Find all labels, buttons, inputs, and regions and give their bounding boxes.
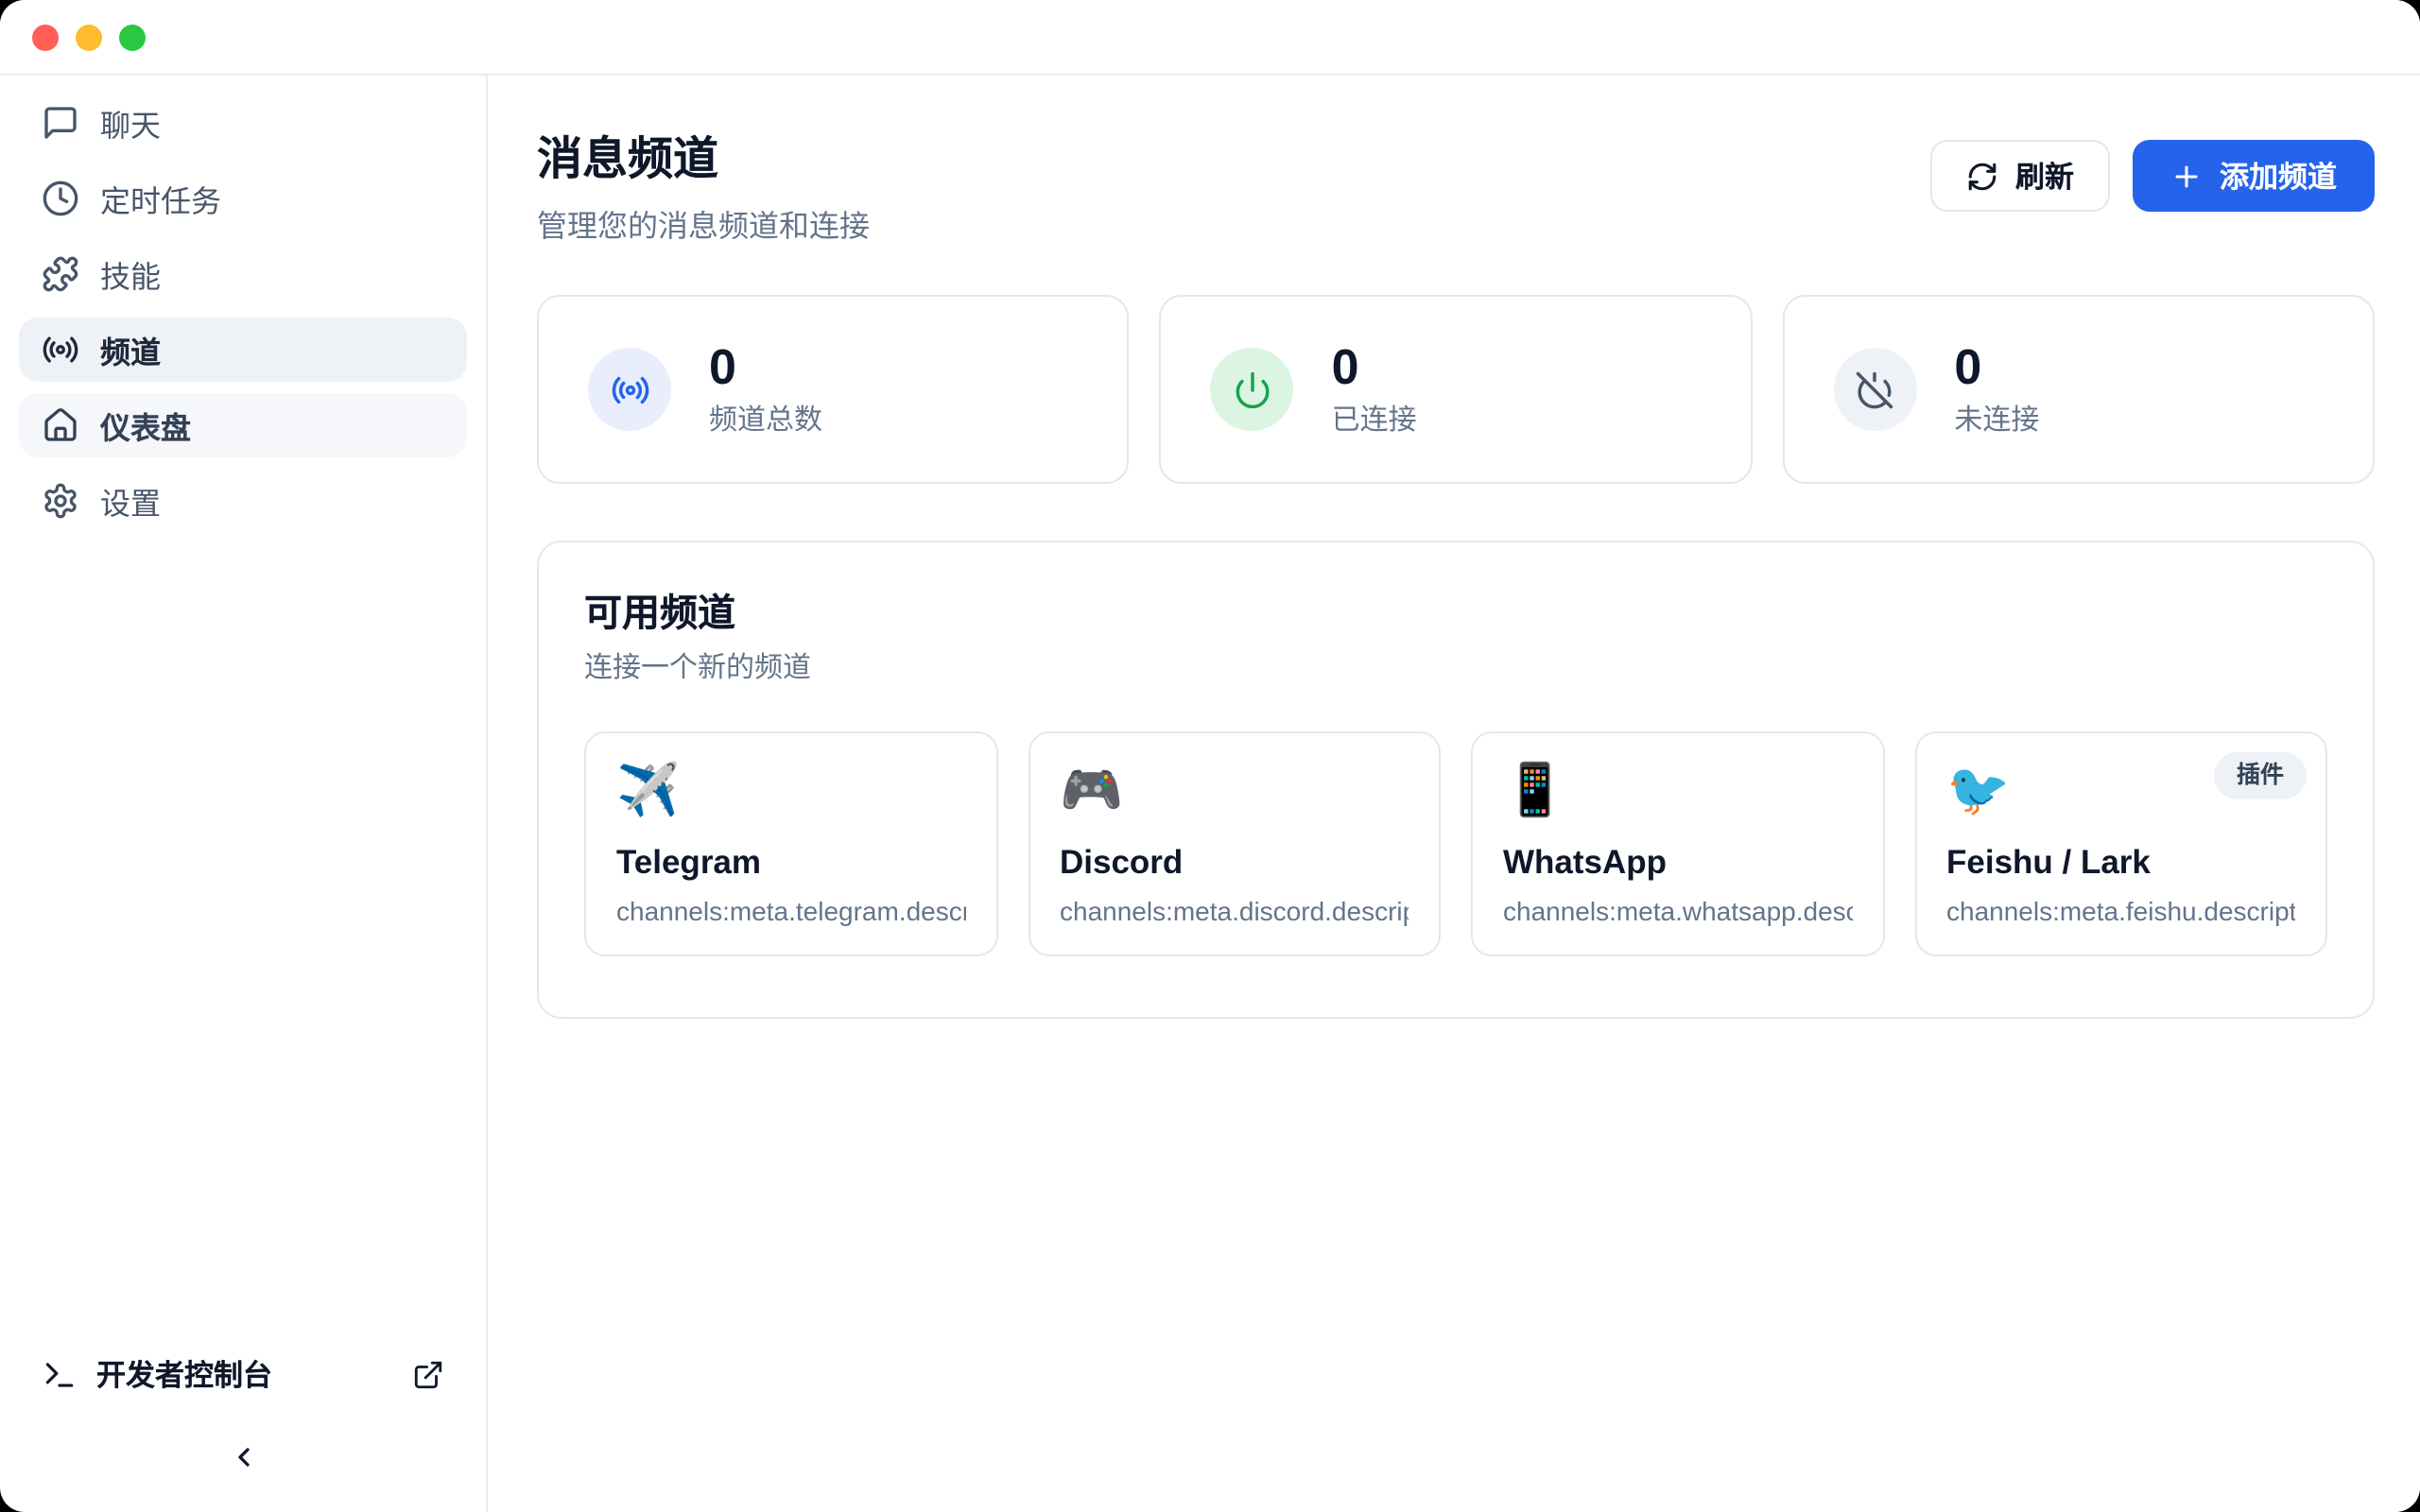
zoom-button[interactable] [119, 24, 146, 50]
sidebar: 聊天 定时任务 技能 频道 仪表盘 设置 [0, 76, 488, 1512]
sidebar-item-settings[interactable]: 设置 [19, 469, 467, 533]
power-off-icon [1833, 348, 1916, 431]
puzzle-icon [42, 255, 79, 293]
page-header: 消息频道 管理您的消息频道和连接 刷新 添加频道 [537, 132, 2375, 246]
stat-value: 0 [1332, 339, 1417, 393]
channel-name: WhatsApp [1503, 843, 1852, 883]
chevron-left-icon [228, 1442, 258, 1472]
sidebar-item-label: 频道 [100, 327, 161, 372]
channel-card-discord[interactable]: 🎮 Discord channels:meta.discord.descript… [1028, 731, 1441, 956]
sidebar-item-channels[interactable]: 频道 [19, 318, 467, 382]
channel-description: channels:meta.discord.description [1060, 896, 1409, 926]
channel-description: channels:meta.feishu.description [1946, 896, 2295, 926]
panel-subtitle: 连接一个新的频道 [584, 646, 2327, 686]
minimize-button[interactable] [76, 24, 102, 50]
refresh-button[interactable]: 刷新 [1930, 140, 2110, 212]
page-title: 消息频道 [537, 132, 870, 189]
add-channel-button-label: 添加频道 [2220, 155, 2337, 197]
radio-icon [42, 331, 79, 369]
available-channels-panel: 可用频道 连接一个新的频道 ✈️ Telegram channels:meta.… [537, 541, 2375, 1019]
external-link-icon [412, 1358, 444, 1390]
stat-value: 0 [1954, 339, 2039, 393]
sidebar-item-scheduled-tasks[interactable]: 定时任务 [19, 166, 467, 231]
power-icon [1211, 348, 1294, 431]
sidebar-item-chat[interactable]: 聊天 [19, 91, 467, 155]
stat-card-total-channels: 0 频道总数 [537, 295, 1130, 484]
stat-label: 已连接 [1332, 400, 1417, 439]
gear-icon [42, 482, 79, 520]
plugin-badge: 插件 [2214, 752, 2307, 799]
sidebar-item-skills[interactable]: 技能 [19, 242, 467, 306]
channel-card-telegram[interactable]: ✈️ Telegram channels:meta.telegram.descr… [584, 731, 997, 956]
sidebar-footer: 开发者控制台 [0, 1334, 486, 1512]
channel-name: Feishu / Lark [1946, 843, 2295, 883]
airplane-emoji-icon: ✈️ [616, 762, 965, 820]
stat-card-connected: 0 已连接 [1160, 295, 1753, 484]
stat-label: 未连接 [1954, 400, 2039, 439]
app-window: 聊天 定时任务 技能 频道 仪表盘 设置 [0, 0, 2420, 1512]
radio-icon [588, 348, 671, 431]
dev-console-label: 开发者控制台 [96, 1353, 272, 1395]
stats-row: 0 频道总数 0 已连接 [537, 295, 2375, 484]
add-channel-button[interactable]: 添加频道 [2133, 140, 2375, 212]
channel-name: Discord [1060, 843, 1409, 883]
stat-card-disconnected: 0 未连接 [1782, 295, 2375, 484]
channel-card-feishu[interactable]: 插件 🐦 Feishu / Lark channels:meta.feishu.… [1914, 731, 2327, 956]
channel-name: Telegram [616, 843, 965, 883]
sidebar-item-label: 仪表盘 [100, 403, 191, 448]
panel-title: 可用频道 [584, 582, 2327, 637]
channel-card-whatsapp[interactable]: 📱 WhatsApp channels:meta.whatsapp.descri… [1471, 731, 1884, 956]
mobile-phone-emoji-icon: 📱 [1503, 762, 1852, 820]
main-content: 消息频道 管理您的消息频道和连接 刷新 添加频道 [488, 76, 2420, 1512]
stat-value: 0 [709, 339, 822, 393]
channels-grid: ✈️ Telegram channels:meta.telegram.descr… [584, 731, 2327, 956]
titlebar [0, 0, 2420, 76]
refresh-icon [1966, 160, 1998, 192]
clock-icon [42, 180, 79, 217]
terminal-icon [42, 1356, 78, 1392]
sidebar-item-label: 聊天 [100, 100, 161, 146]
close-button[interactable] [32, 24, 59, 50]
sidebar-item-dashboard[interactable]: 仪表盘 [19, 393, 467, 457]
channel-description: channels:meta.whatsapp.description [1503, 896, 1852, 926]
stat-label: 频道总数 [709, 400, 822, 439]
sidebar-item-label: 定时任务 [100, 176, 221, 221]
sidebar-collapse-button[interactable] [213, 1429, 273, 1486]
game-controller-emoji-icon: 🎮 [1060, 762, 1409, 820]
sidebar-item-label: 设置 [100, 478, 161, 524]
refresh-button-label: 刷新 [2015, 155, 2074, 197]
home-icon [42, 406, 79, 444]
sidebar-item-label: 技能 [100, 251, 161, 297]
page-subtitle: 管理您的消息频道和连接 [537, 200, 870, 246]
plus-icon [2170, 160, 2203, 192]
channel-description: channels:meta.telegram.description [616, 896, 965, 926]
dev-console-link[interactable]: 开发者控制台 [0, 1334, 486, 1414]
header-actions: 刷新 添加频道 [1930, 140, 2375, 212]
message-square-icon [42, 104, 79, 142]
traffic-lights [32, 24, 146, 50]
